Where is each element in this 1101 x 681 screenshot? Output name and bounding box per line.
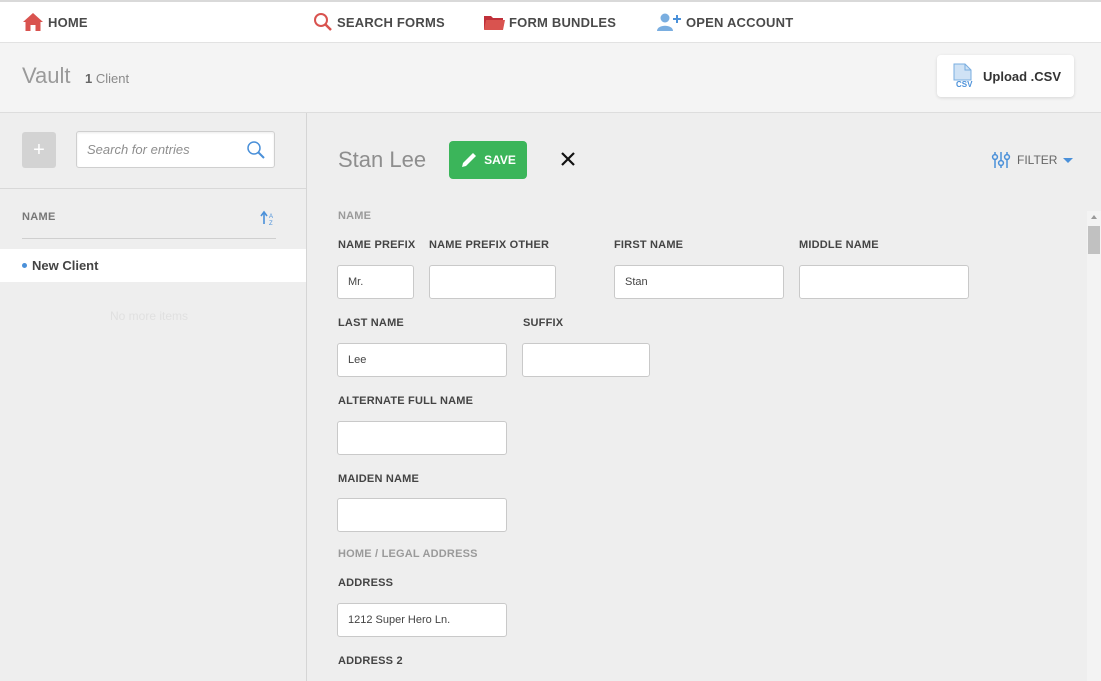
folder-icon	[484, 16, 505, 30]
client-name-title: Stan Lee	[338, 147, 427, 172]
search-icon[interactable]	[246, 140, 266, 160]
nav-form-bundles-label: FORM BUNDLES	[509, 14, 617, 30]
list-item[interactable]: New Client	[0, 249, 306, 282]
top-navigation: HOME SEARCH FORMS FORM BUNDLES OPEN ACCO…	[0, 0, 1101, 43]
csv-file-icon: CSV	[953, 63, 973, 89]
middle-name-label: MIDDLE NAME	[799, 239, 879, 251]
sliders-icon	[991, 152, 1011, 168]
nav-open-account-label: OPEN ACCOUNT	[686, 14, 794, 30]
suffix-field[interactable]	[522, 343, 650, 377]
scrollbar-thumb[interactable]	[1088, 226, 1100, 254]
chevron-down-icon	[1063, 157, 1074, 163]
name-prefix-other-field[interactable]	[429, 265, 556, 299]
section-heading-address: HOME / LEGAL ADDRESS	[338, 548, 478, 560]
save-button[interactable]: SAVE	[449, 141, 527, 179]
divider	[0, 188, 306, 189]
address-label: ADDRESS	[338, 577, 394, 589]
filter-label: FILTER	[1017, 153, 1058, 167]
middle-name-field[interactable]	[799, 265, 969, 299]
upload-csv-label: Upload .CSV	[983, 68, 1062, 84]
address-field[interactable]	[337, 603, 507, 637]
client-count-number: 1	[85, 71, 93, 86]
pencil-icon	[462, 153, 477, 167]
plus-icon: +	[33, 138, 45, 161]
first-name-field[interactable]	[614, 265, 784, 299]
status-dot	[22, 263, 27, 268]
upload-csv-button[interactable]: CSV Upload .CSV	[937, 55, 1074, 97]
scroll-up-icon[interactable]	[1091, 215, 1097, 219]
add-client-button[interactable]: +	[22, 132, 56, 168]
add-user-icon	[657, 13, 681, 31]
page-title: Vault	[22, 63, 71, 88]
nav-form-bundles[interactable]: FORM BUNDLES	[483, 11, 616, 33]
client-count: 1 Client	[85, 71, 129, 86]
name-prefix-field[interactable]	[337, 265, 414, 299]
svg-text:Z: Z	[269, 221, 273, 226]
maiden-name-field[interactable]	[337, 498, 507, 532]
client-form-pane: Stan Lee SAVE FILTER NAME NAME PREFIX NA…	[307, 113, 1101, 681]
column-header-name: NAME	[22, 211, 56, 223]
close-icon[interactable]	[560, 151, 576, 167]
nav-home[interactable]: HOME	[22, 11, 88, 33]
address-2-label: ADDRESS 2	[338, 655, 403, 667]
divider	[22, 238, 276, 239]
name-prefix-other-label: NAME PREFIX OTHER	[429, 239, 550, 251]
empty-list-text: No more items	[109, 309, 189, 323]
search-box	[76, 131, 275, 168]
section-heading-name: NAME	[338, 210, 372, 222]
home-icon	[23, 13, 43, 31]
last-name-label: LAST NAME	[338, 317, 404, 329]
search-icon	[314, 13, 332, 31]
svg-text:A: A	[269, 214, 273, 220]
sort-icon[interactable]: A Z	[260, 210, 276, 226]
nav-open-account[interactable]: OPEN ACCOUNT	[656, 11, 793, 33]
scrollbar[interactable]	[1087, 211, 1101, 681]
search-input[interactable]	[77, 132, 237, 167]
nav-home-label: HOME	[48, 14, 88, 30]
list-item-label: New Client	[32, 258, 99, 273]
client-list-pane: + NAME A Z New Client No more items	[0, 113, 307, 681]
nav-search-forms-label: SEARCH FORMS	[337, 14, 445, 30]
suffix-label: SUFFIX	[523, 317, 564, 329]
svg-text:CSV: CSV	[956, 80, 973, 89]
first-name-label: FIRST NAME	[614, 239, 684, 251]
last-name-field[interactable]	[337, 343, 507, 377]
nav-search-forms[interactable]: SEARCH FORMS	[313, 11, 445, 33]
name-prefix-label: NAME PREFIX	[338, 239, 416, 251]
maiden-name-label: MAIDEN NAME	[338, 473, 420, 485]
alternate-full-name-label: ALTERNATE FULL NAME	[338, 395, 474, 407]
filter-button[interactable]: FILTER	[991, 151, 1074, 169]
client-count-label: Client	[95, 71, 130, 86]
save-button-label: SAVE	[484, 153, 516, 167]
vault-header: Vault 1 Client CSV Upload .CSV	[0, 43, 1101, 113]
alternate-full-name-field[interactable]	[337, 421, 507, 455]
